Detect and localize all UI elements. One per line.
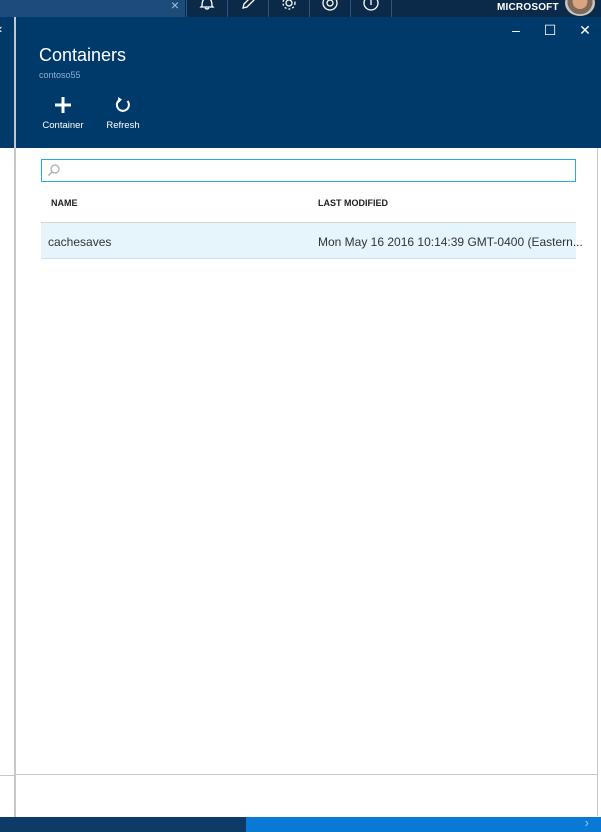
settings-icon[interactable] [268, 0, 309, 17]
chevron-right-icon[interactable]: › [585, 815, 589, 830]
feedback-icon[interactable] [309, 0, 350, 17]
blade-title: Containers [39, 45, 127, 65]
table-row[interactable]: cachesaves Mon May 16 2016 10:14:39 GMT-… [41, 223, 583, 259]
close-search-icon[interactable]: × [171, 0, 179, 13]
previous-blade: ‹ [0, 17, 15, 832]
add-container-button[interactable]: Container [33, 95, 93, 131]
refresh-icon [93, 95, 153, 117]
plus-icon [33, 95, 93, 117]
edit-icon[interactable] [227, 0, 268, 17]
divider [15, 774, 598, 775]
scrollbar-track[interactable] [597, 148, 598, 816]
column-header-name[interactable]: NAME [51, 198, 78, 208]
bottom-bar: › [0, 815, 601, 832]
avatar[interactable] [565, 0, 595, 16]
minimize-button[interactable]: – [507, 22, 525, 38]
add-container-label: Container [42, 120, 84, 131]
top-search-area[interactable]: × [0, 0, 185, 17]
horizontal-scroll-thumb[interactable] [246, 817, 601, 832]
account-name[interactable]: MICROSOFT [497, 2, 559, 13]
container-last-modified: Mon May 16 2016 10:14:39 GMT-0400 (Easte… [318, 235, 583, 249]
container-name: cachesaves [48, 235, 112, 249]
column-header-last-modified[interactable]: LAST MODIFIED [318, 198, 388, 208]
blade-subtitle: contoso55 [39, 70, 81, 80]
search-input[interactable] [41, 159, 576, 182]
refresh-button[interactable]: Refresh [93, 95, 153, 131]
containers-blade: Containers contoso55 – ☐ ✕ Container Ref… [15, 17, 601, 817]
search-icon [47, 163, 61, 182]
notifications-icon[interactable] [186, 0, 227, 17]
close-button[interactable]: ✕ [576, 22, 594, 39]
maximize-button[interactable]: ☐ [541, 22, 559, 39]
table-header: NAME LAST MODIFIED [41, 195, 576, 223]
divider [0, 775, 14, 776]
previous-blade-header: ‹ [0, 17, 14, 148]
portal-top-bar: × MICROSOFT [0, 0, 601, 17]
blade-header: Containers contoso55 – ☐ ✕ Container Ref… [16, 17, 601, 148]
topbar-divider [391, 0, 393, 17]
chevron-left-icon[interactable]: ‹ [0, 21, 2, 36]
refresh-label: Refresh [106, 120, 140, 131]
help-icon[interactable] [350, 0, 391, 17]
